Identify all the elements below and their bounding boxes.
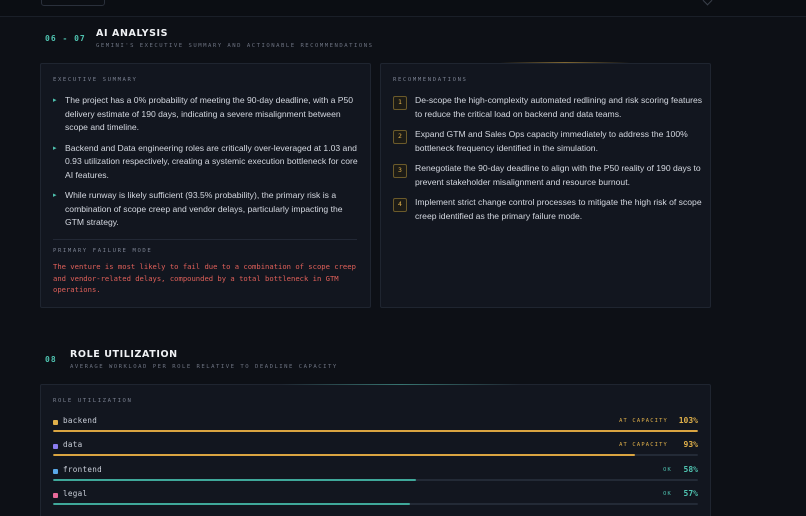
rec-number-badge: 2 [393,130,407,144]
summary-list: ▸ The project has a 0% probability of mee… [53,94,359,237]
list-item: 1 De-scope the high-complexity automated … [393,94,703,121]
top-bar [0,0,806,17]
role-row-legal: legal OK 57% [53,489,698,509]
role-name: frontend [63,464,102,474]
chevron-down-icon[interactable] [702,0,713,6]
failure-mode-text: The venture is most likely to fail due t… [53,262,356,295]
list-item: ▸ While runway is likely sufficient (93.5… [53,190,343,227]
role-name: legal [63,488,88,498]
utilization-bar-fill [53,478,417,481]
rec-number-badge: 4 [393,198,407,212]
section-subtitle: AVERAGE WORKLOAD PER ROLE RELATIVE TO DE… [70,364,338,370]
utilization-bar-track [53,430,698,432]
arrow-right-icon: ▸ [53,97,57,104]
role-color-swatch [53,468,58,474]
role-row-backend: backend AT CAPACITY 103% [53,416,698,436]
role-status-badge: OK [663,466,672,473]
utilization-bar-fill [53,430,698,432]
section-number: 06 - 07 [45,34,86,43]
role-color-swatch [53,492,58,498]
role-utilization-label: ROLE UTILIZATION [53,398,133,404]
recommendations-label: RECOMMENDATIONS [393,77,468,83]
list-item: 2 Expand GTM and Sales Ops capacity immed… [393,128,703,155]
card-accent-line [281,384,521,385]
utilization-bar-track [53,454,698,457]
utilization-bar-track [53,478,698,481]
role-color-swatch [53,444,58,450]
utilization-bar-fill [53,502,410,505]
role-percent: 58% [683,464,698,474]
section-number: 08 [45,355,57,364]
card-accent-line [500,62,630,63]
list-item: 4 Implement strict change control process… [393,196,703,223]
list-item: ▸ The project has a 0% probability of mee… [53,95,354,132]
utilization-bar-fill [53,454,636,457]
role-color-swatch [53,420,58,425]
role-status-badge: OK [663,490,672,497]
executive-summary-card: EXECUTIVE SUMMARY ▸ The project has a 0% … [40,63,371,308]
section-title: AI ANALYSIS [96,28,169,39]
divider [53,239,357,240]
arrow-right-icon: ▸ [53,144,57,152]
rec-number-badge: 1 [393,96,407,110]
section-subtitle: GEMINI'S EXECUTIVE SUMMARY AND ACTIONABL… [96,43,374,49]
role-name: backend [63,416,98,425]
role-percent: 57% [683,488,698,498]
list-item: ▸ Backend and Data engineering roles are … [53,142,358,180]
list-item: 3 Renegotiate the 90-day deadline to alig… [393,162,703,189]
failure-mode-label: PRIMARY FAILURE MODE [53,248,153,254]
role-percent: 103% [678,416,698,425]
rec-number-badge: 3 [393,164,407,178]
role-name: data [63,440,83,450]
role-status-badge: AT CAPACITY [619,418,668,424]
role-row-frontend: frontend OK 58% [53,465,698,485]
utilization-bar-track [53,502,698,505]
executive-summary-label: EXECUTIVE SUMMARY [53,77,138,83]
arrow-right-icon: ▸ [53,192,57,199]
section-title: ROLE UTILIZATION [70,349,178,360]
recommendations-list: 1 De-scope the high-complexity automated … [393,94,703,230]
recommendations-card: RECOMMENDATIONS 1 De-scope the high-compl… [380,63,711,308]
role-utilization-card: ROLE UTILIZATION backend AT CAPACITY 103% d… [40,384,711,516]
role-percent: 93% [683,440,698,450]
role-status-badge: AT CAPACITY [619,442,668,449]
role-row-data: data AT CAPACITY 93% [53,440,698,460]
top-tab-button[interactable] [41,0,105,6]
